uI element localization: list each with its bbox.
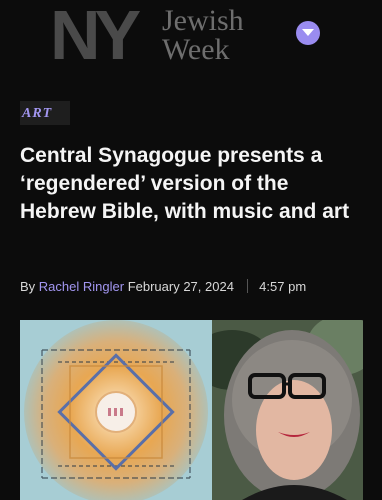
byline: By Rachel Ringler February 27, 2024 4:57… (20, 278, 306, 296)
logo-letters: NY (50, 0, 141, 74)
category-label[interactable]: ART (20, 101, 70, 125)
category-text: ART (22, 106, 53, 121)
hero-artwork (20, 320, 212, 500)
logo-word-week: Week (162, 33, 230, 66)
site-header: NY Jewish Week (0, 0, 382, 70)
logo-wordmark: Jewish Week (162, 4, 244, 66)
logo-word-jewish: Jewish (162, 4, 244, 37)
chevron-down-icon (302, 29, 314, 36)
publish-time: 4:57 pm (259, 279, 307, 294)
byline-divider (246, 279, 248, 293)
publish-date: February 27, 2024 (127, 279, 234, 294)
hero-portrait (192, 320, 363, 500)
article-headline: Central Synagogue presents a ‘regendered… (20, 144, 350, 223)
menu-toggle-button[interactable] (296, 21, 320, 45)
author-link[interactable]: Rachel Ringler (39, 279, 124, 294)
byline-prefix: By (20, 279, 36, 294)
hero-image[interactable] (20, 320, 363, 500)
